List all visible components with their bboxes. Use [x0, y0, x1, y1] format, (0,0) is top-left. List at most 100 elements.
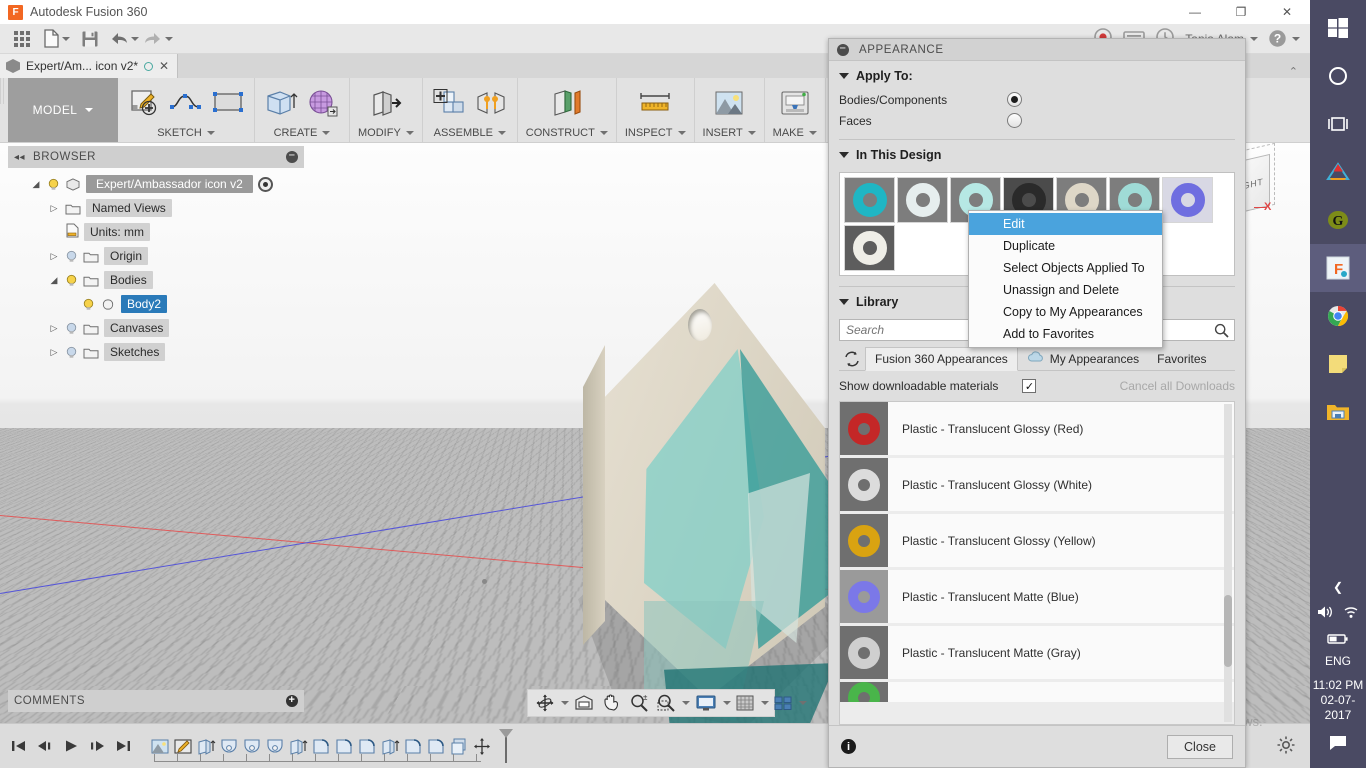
viewports-icon[interactable]	[770, 691, 796, 715]
context-menu-item-edit[interactable]: Edit	[969, 213, 1162, 235]
tab-favorites[interactable]: Favorites	[1148, 347, 1215, 371]
magnifier-icon[interactable]	[1214, 323, 1229, 341]
list-item[interactable]: Plastic - Translucent Glossy (Yellow)	[840, 514, 1234, 567]
context-menu-item-select-objects-applied-to[interactable]: Select Objects Applied To	[969, 257, 1162, 279]
apply-to-faces-radio[interactable]	[1007, 113, 1022, 128]
ribbon-group-label-create[interactable]: CREATE	[274, 127, 331, 139]
add-comment-icon[interactable]: +	[286, 695, 298, 707]
form-icon[interactable]	[305, 86, 341, 120]
document-tab[interactable]: Expert/Am... icon v2* ✕	[0, 54, 178, 78]
tree-item-body2[interactable]: Body2	[8, 292, 304, 316]
show-downloadable-checkbox[interactable]: ✓	[1022, 379, 1036, 393]
display-settings-icon[interactable]	[692, 691, 720, 715]
tree-label-named-views[interactable]: Named Views	[86, 199, 172, 217]
apply-to-section-header[interactable]: Apply To:	[829, 61, 1245, 89]
action-center-icon[interactable]	[1328, 729, 1348, 762]
autodesk-icon[interactable]	[1310, 148, 1366, 196]
material-list[interactable]: Plastic - Translucent Glossy (Red) Plast…	[839, 401, 1235, 725]
context-menu-item-copy-to-my-appearances[interactable]: Copy to My Appearances	[969, 301, 1162, 323]
light-bulb-icon[interactable]	[82, 298, 95, 311]
context-menu-item-unassign-and-delete[interactable]: Unassign and Delete	[969, 279, 1162, 301]
undo-icon[interactable]	[108, 26, 140, 52]
apply-to-bodies-row[interactable]: Bodies/Components	[829, 89, 1245, 110]
in-this-design-section-header[interactable]: In This Design	[829, 140, 1245, 168]
collapse-dialog-icon[interactable]: –	[837, 44, 849, 56]
3d-print-icon[interactable]	[777, 86, 813, 120]
tree-label-bodies[interactable]: Bodies	[104, 271, 153, 289]
refresh-icon[interactable]	[839, 348, 865, 370]
windows-start-icon[interactable]	[1310, 4, 1366, 52]
chevron-down-icon[interactable]	[561, 701, 569, 705]
go-to-end-icon[interactable]	[112, 734, 134, 758]
collapse-ribbon-icon[interactable]: ⌃	[1289, 65, 1310, 78]
tab-my-appearances[interactable]: My Appearances	[1018, 347, 1148, 371]
ribbon-group-label-construct[interactable]: CONSTRUCT	[526, 127, 608, 139]
tab-fusion-360-appearances[interactable]: Fusion 360 Appearances	[865, 347, 1018, 371]
light-bulb-icon[interactable]	[65, 322, 78, 335]
zoom-window-icon[interactable]	[653, 691, 679, 715]
close-window-button[interactable]: ✕	[1264, 0, 1310, 24]
material-list-scrollbar[interactable]	[1224, 404, 1232, 722]
offset-plane-icon[interactable]	[549, 86, 585, 120]
tree-item-units[interactable]: Units: mm	[8, 220, 304, 244]
tree-label-origin[interactable]: Origin	[104, 247, 148, 265]
tree-item-named-views[interactable]: ▷ Named Views	[8, 196, 304, 220]
battery-icon[interactable]	[1327, 628, 1349, 650]
swatch-offwhite[interactable]	[844, 225, 895, 271]
expand-triangle-icon[interactable]: ▷	[48, 251, 60, 262]
chevron-down-icon[interactable]	[799, 701, 807, 705]
maximize-button[interactable]: ❐	[1218, 0, 1264, 24]
chrome-icon[interactable]	[1310, 292, 1366, 340]
tree-label-canvases[interactable]: Canvases	[104, 319, 169, 337]
list-item[interactable]: Plastic - Translucent Glossy (Red)	[840, 402, 1234, 455]
tree-label-sketches[interactable]: Sketches	[104, 343, 165, 361]
joint-icon[interactable]	[473, 86, 509, 120]
cancel-all-downloads-link[interactable]: Cancel all Downloads	[1120, 379, 1235, 393]
fusion360-icon[interactable]: F	[1310, 244, 1366, 292]
ribbon-group-label-inspect[interactable]: INSPECT	[625, 127, 686, 139]
speaker-icon[interactable]	[1316, 604, 1334, 623]
rectangle-icon[interactable]	[210, 86, 246, 120]
swatch-blue-violet[interactable]	[1162, 177, 1213, 223]
redo-icon[interactable]	[142, 26, 174, 52]
browser-header[interactable]: ◂◂ BROWSER –	[8, 146, 304, 168]
new-file-icon[interactable]	[40, 26, 72, 52]
tree-item-canvases[interactable]: ▷ Canvases	[8, 316, 304, 340]
tree-item-origin[interactable]: ▷ Origin	[8, 244, 304, 268]
file-explorer-icon[interactable]	[1310, 388, 1366, 436]
ribbon-group-label-modify[interactable]: MODIFY	[358, 127, 414, 139]
tree-item-root[interactable]: ◢ Expert/Ambassador icon v2	[8, 172, 304, 196]
tree-label-body2[interactable]: Body2	[121, 295, 167, 313]
info-icon[interactable]: i	[841, 739, 856, 754]
context-menu-item-add-to-favorites[interactable]: Add to Favorites	[969, 323, 1162, 345]
appearance-dialog-header[interactable]: – APPEARANCE	[829, 39, 1245, 61]
orbit-icon[interactable]	[532, 691, 558, 715]
grid-snap-icon[interactable]	[732, 691, 758, 715]
light-bulb-icon[interactable]	[47, 178, 60, 191]
apps-grid-icon[interactable]	[6, 26, 38, 52]
collapse-browser-icon[interactable]: ◂◂	[14, 152, 25, 163]
close-tab-icon[interactable]: ✕	[159, 59, 169, 73]
tray-chevron[interactable]: ❮	[1333, 575, 1343, 599]
expand-triangle-icon[interactable]: ◢	[30, 179, 42, 190]
tree-label-units[interactable]: Units: mm	[84, 223, 150, 241]
list-item[interactable]	[840, 682, 1234, 702]
chevron-down-icon[interactable]	[723, 701, 731, 705]
context-menu-item-duplicate[interactable]: Duplicate	[969, 235, 1162, 257]
chevron-down-icon[interactable]	[761, 701, 769, 705]
play-icon[interactable]	[60, 734, 82, 758]
light-bulb-icon[interactable]	[65, 346, 78, 359]
go-to-start-icon[interactable]	[8, 734, 30, 758]
language-indicator[interactable]: ENG	[1325, 650, 1351, 672]
extrude-icon[interactable]	[263, 86, 299, 120]
timeline-settings-gear-icon[interactable]	[1276, 735, 1296, 758]
step-back-icon[interactable]	[34, 734, 56, 758]
pendant-model[interactable]	[560, 283, 870, 713]
ribbon-group-label-assemble[interactable]: ASSEMBLE	[434, 127, 506, 139]
visibility-toggle-icon[interactable]	[258, 177, 273, 192]
cortana-icon[interactable]	[1310, 52, 1366, 100]
apply-to-bodies-radio[interactable]	[1007, 92, 1022, 107]
zoom-icon[interactable]: ±	[626, 691, 652, 715]
new-component-icon[interactable]	[431, 86, 467, 120]
ribbon-group-label-sketch[interactable]: SKETCH	[157, 127, 215, 139]
